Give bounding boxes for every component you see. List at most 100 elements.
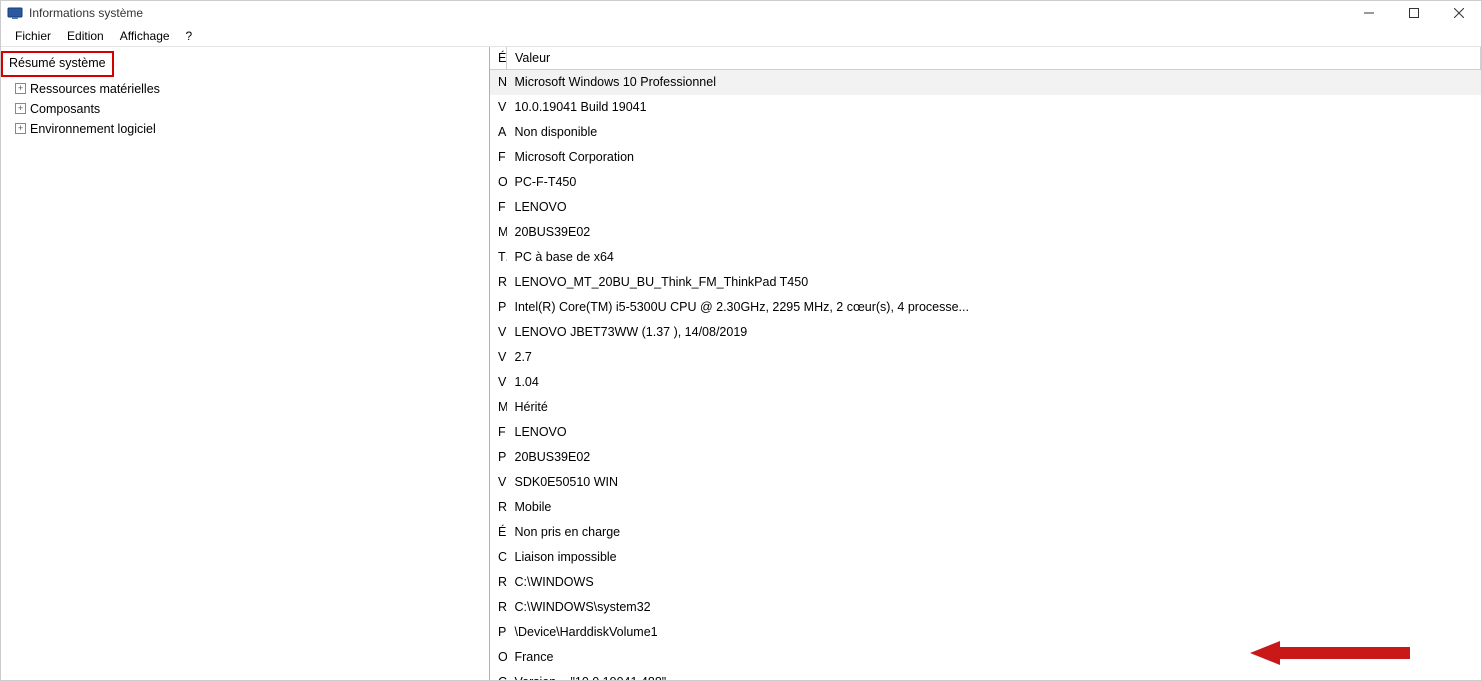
cell-value: PC à base de x64 [507,245,1481,270]
cell-element: Fabricant de la carte de base [490,420,507,445]
cell-element: Processeur [490,295,507,320]
cell-value: 20BUS39E02 [507,220,1481,245]
table-row[interactable]: Fabricant du système d'exploit...Microso… [490,145,1481,170]
plus-icon[interactable]: + [15,103,26,114]
cell-value: Microsoft Corporation [507,145,1481,170]
tree-node-label: Composants [30,99,100,119]
tree-node-components[interactable]: + Composants [15,99,489,119]
table-row[interactable]: État du démarrage sécuriséNon pris en ch… [490,520,1481,545]
tree-panel[interactable]: Résumé système + Ressources matérielles … [1,47,490,680]
cell-element: Version de la carte de base [490,470,507,495]
cell-element: Rôle de la plateforme [490,495,507,520]
cell-element: Produit de la carte de base [490,445,507,470]
cell-value: Microsoft Windows 10 Professionnel [507,69,1481,95]
window-title: Informations système [29,6,143,20]
tree-node-label: Environnement logiciel [30,119,156,139]
tree-node-hardware-resources[interactable]: + Ressources matérielles [15,79,489,99]
cell-element: Répertoire système [490,595,507,620]
table-row[interactable]: Rôle de la plateformeMobile [490,495,1481,520]
cell-value: Mobile [507,495,1481,520]
cell-value: Non pris en charge [507,520,1481,545]
table-row[interactable]: Répertoire WindowsC:\WINDOWS [490,570,1481,595]
cell-element: Version du BIOS/Date [490,320,507,345]
details-panel: Élément Valeur Nom du système d'exploita… [490,47,1481,680]
cell-element: Répertoire Windows [490,570,507,595]
menu-edition[interactable]: Edition [59,29,112,43]
cell-value: 10.0.19041 Build 19041 [507,95,1481,120]
cell-element: Mode BIOS [490,395,507,420]
table-row[interactable]: Nom du système d'exploitationMicrosoft W… [490,69,1481,95]
cell-value: LENOVO [507,420,1481,445]
cell-element: Version [490,95,507,120]
table-row[interactable]: Version du BIOS/DateLENOVO JBET73WW (1.3… [490,320,1481,345]
tree-children: + Ressources matérielles + Composants + … [1,79,489,139]
cell-value: 2.7 [507,345,1481,370]
cell-element: Configuration de PCR 7 [490,545,507,570]
cell-value: 1.04 [507,370,1481,395]
table-row[interactable]: Version10.0.19041 Build 19041 [490,95,1481,120]
cell-element: Option régionale [490,645,507,670]
table-row[interactable]: OrdinateurPC-F-T450 [490,170,1481,195]
menubar: Fichier Edition Affichage ? [1,25,1481,47]
window: Informations système Fichier Edition Aff… [0,0,1482,681]
minimize-button[interactable] [1346,1,1391,25]
cell-value: PC-F-T450 [507,170,1481,195]
cell-element: Version du contrôleur embarqué [490,370,507,395]
cell-value: C:\WINDOWS [507,570,1481,595]
cell-value: \Device\HarddiskVolume1 [507,620,1481,645]
details-scroll[interactable]: Élément Valeur Nom du système d'exploita… [490,47,1481,680]
menu-help[interactable]: ? [178,29,201,43]
plus-icon[interactable]: + [15,83,26,94]
table-row[interactable]: Couche d'abstraction matérielleVersion =… [490,670,1481,681]
cell-element: Fabricant du système d'exploit... [490,145,507,170]
table-row[interactable]: Version de la carte de baseSDK0E50510 WI… [490,470,1481,495]
table-row[interactable]: Mode BIOSHérité [490,395,1481,420]
cell-value: Intel(R) Core(TM) i5-5300U CPU @ 2.30GHz… [507,295,1481,320]
table-row[interactable]: Option régionaleFrance [490,645,1481,670]
table-row[interactable]: Répertoire systèmeC:\WINDOWS\system32 [490,595,1481,620]
titlebar-left: Informations système [7,5,143,21]
cell-value: Non disponible [507,120,1481,145]
table-row[interactable]: Modèle20BUS39E02 [490,220,1481,245]
details-table: Élément Valeur Nom du système d'exploita… [490,47,1481,680]
column-header-element[interactable]: Élément [490,47,507,69]
table-row[interactable]: Configuration de PCR 7Liaison impossible [490,545,1481,570]
tree-node-label: Ressources matérielles [30,79,160,99]
table-row[interactable]: Produit de la carte de base20BUS39E02 [490,445,1481,470]
cell-value: SDK0E50510 WIN [507,470,1481,495]
table-row[interactable]: FabricantLENOVO [490,195,1481,220]
content-area: Résumé système + Ressources matérielles … [1,47,1481,680]
cell-element: Type [490,245,507,270]
table-row[interactable]: ProcesseurIntel(R) Core(TM) i5-5300U CPU… [490,295,1481,320]
plus-icon[interactable]: + [15,123,26,134]
cell-element: Ordinateur [490,170,507,195]
cell-value: C:\WINDOWS\system32 [507,595,1481,620]
tree-root-system-summary[interactable]: Résumé système [1,51,114,77]
cell-value: LENOVO_MT_20BU_BU_Think_FM_ThinkPad T450 [507,270,1481,295]
cell-element: Référence (SKU) du système [490,270,507,295]
window-controls [1346,1,1481,25]
table-row[interactable]: Fabricant de la carte de baseLENOVO [490,420,1481,445]
table-row[interactable]: Périphérique de démarrage\Device\Harddis… [490,620,1481,645]
cell-element: État du démarrage sécurisé [490,520,507,545]
table-row[interactable]: TypePC à base de x64 [490,245,1481,270]
cell-element: Nom du système d'exploitation [490,69,507,95]
column-header-value[interactable]: Valeur [507,47,1481,69]
cell-element: Périphérique de démarrage [490,620,507,645]
table-row[interactable]: Version du contrôleur embarqué1.04 [490,370,1481,395]
menu-fichier[interactable]: Fichier [7,29,59,43]
cell-element: Fabricant [490,195,507,220]
table-row[interactable]: Version SMBIOS2.7 [490,345,1481,370]
tree-node-software-environment[interactable]: + Environnement logiciel [15,119,489,139]
cell-element: Version SMBIOS [490,345,507,370]
cell-value: 20BUS39E02 [507,445,1481,470]
maximize-button[interactable] [1391,1,1436,25]
titlebar: Informations système [1,1,1481,25]
table-row[interactable]: Autre description du système d...Non dis… [490,120,1481,145]
cell-value: Liaison impossible [507,545,1481,570]
table-row[interactable]: Référence (SKU) du systèmeLENOVO_MT_20BU… [490,270,1481,295]
cell-value: Hérité [507,395,1481,420]
menu-affichage[interactable]: Affichage [112,29,178,43]
close-button[interactable] [1436,1,1481,25]
cell-value: LENOVO JBET73WW (1.37 ), 14/08/2019 [507,320,1481,345]
